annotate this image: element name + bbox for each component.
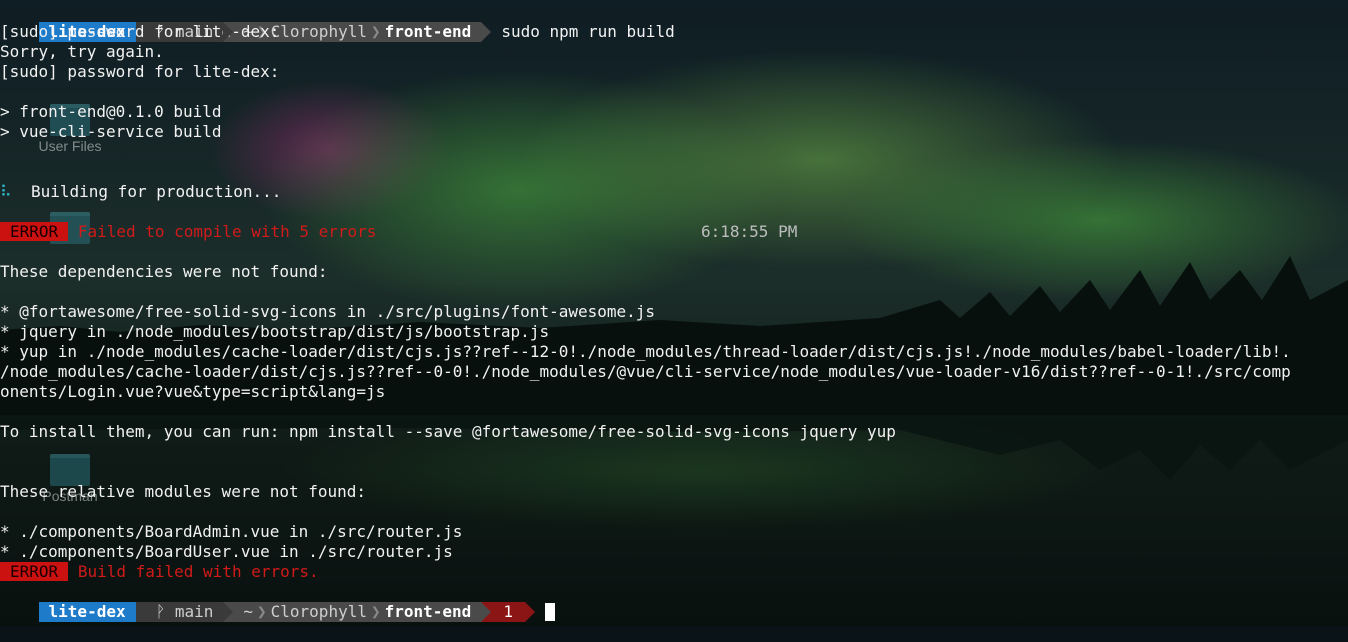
error-badge: ERROR [0,222,69,241]
prompt-git-branch: ᚹ main [135,602,234,622]
text-cursor[interactable] [544,603,555,621]
prompt-line: lite-dex ᚹ main ~ ❯ Clorophyll ❯ front-end sudo… [0,2,1291,42]
prompt-dir-home: ~ [243,602,253,621]
compile-error-text: Failed to compile with 5 errors [77,222,377,241]
building-text: Building for production... [30,182,282,201]
missing-relative-module: * ./components/BoardUser.vue in ./src/ro… [0,542,453,561]
sudo-prompt: [sudo] password for lite-dex: [0,22,280,41]
missing-dependency: * @fortawesome/free-solid-svg-icons in .… [0,302,656,321]
timestamp: 6:18:55 PM [701,222,798,241]
terminal-output[interactable]: lite-dex ᚹ main ~ ❯ Clorophyll ❯ front-end sudo… [0,2,1291,622]
deps-header: These dependencies were not found: [0,262,328,281]
missing-dependency-continued: /node_modules/cache-loader/dist/cjs.js??… [0,362,1291,381]
build-failed-text: Build failed with errors. [77,562,319,581]
prompt-line: lite-dex ᚹ main ~ ❯ Clorophyll ❯ front-end 1 [0,582,1291,622]
prompt-dir-parent: Clorophyll [270,602,367,621]
npm-command-line: > vue-cli-service build [0,122,222,141]
missing-dependency-continued: onents/Login.vue?vue&type=script&lang=js [0,382,386,401]
install-hint: To install them, you can run: npm instal… [0,422,896,441]
missing-dependency: * yup in ./node_modules/cache-loader/dis… [0,342,1291,361]
missing-dependency: * jquery in ./node_modules/bootstrap/dis… [0,322,550,341]
compile-error-line: ERROR Failed to compile with 5 errors 6:1… [0,222,1291,242]
relative-modules-header: These relative modules were not found: [0,482,367,501]
prompt-dir-current: front-end [384,602,472,621]
prompt-directory: ~ ❯ Clorophyll ❯ front-end [223,602,492,622]
error-badge: ERROR [0,562,69,581]
sudo-prompt: [sudo] password for lite-dex: [0,62,280,81]
npm-script-line: > front-end@0.1.0 build [0,102,222,121]
chevron-right-icon: ❯ [257,602,267,621]
chevron-right-icon: ❯ [370,602,381,621]
building-line: ⠧ Building for production... [0,182,1291,202]
missing-relative-module: * ./components/BoardAdmin.vue in ./src/r… [0,522,463,541]
build-failed-line: ERROR Build failed with errors. [0,562,1291,582]
spinner-icon: ⠧ [0,182,12,201]
sudo-retry-message: Sorry, try again. [0,42,164,61]
prompt-user: lite-dex [38,602,146,622]
